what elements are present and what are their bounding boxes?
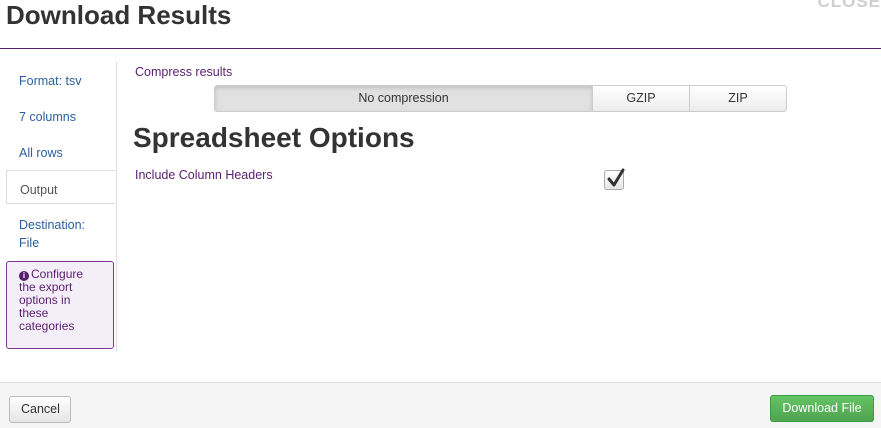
dialog-footer: Cancel Download File [0, 382, 881, 428]
hint-box: i Configure the export options in these c… [6, 261, 114, 349]
sidebar-item-output[interactable]: Output [6, 170, 116, 204]
download-file-button[interactable]: Download File [770, 395, 874, 422]
close-button[interactable]: CLOSE [817, 0, 881, 12]
sidebar-item-columns[interactable]: 7 columns [6, 98, 116, 132]
options-sidebar: Format: tsv 7 columns All rows Output De… [6, 62, 117, 352]
sidebar-item-destination[interactable]: Destination: File [6, 206, 116, 258]
include-headers-checkbox[interactable] [604, 168, 625, 190]
sidebar-item-format[interactable]: Format: tsv [6, 62, 116, 96]
dialog-title: Download Results [6, 0, 232, 30]
dialog-header: Download Results CLOSE [0, 0, 881, 49]
cancel-button[interactable]: Cancel [9, 396, 71, 423]
sidebar-item-rows[interactable]: All rows [6, 134, 116, 168]
checkmark-icon [607, 168, 625, 187]
include-headers-label: Include Column Headers [135, 168, 273, 182]
compress-label: Compress results [135, 65, 233, 79]
no-compression-button[interactable]: No compression [215, 86, 592, 111]
gzip-button[interactable]: GZIP [592, 86, 689, 111]
section-title: Spreadsheet Options [133, 122, 415, 153]
compression-toggle: No compression GZIP ZIP [214, 85, 787, 112]
zip-button[interactable]: ZIP [689, 86, 786, 111]
